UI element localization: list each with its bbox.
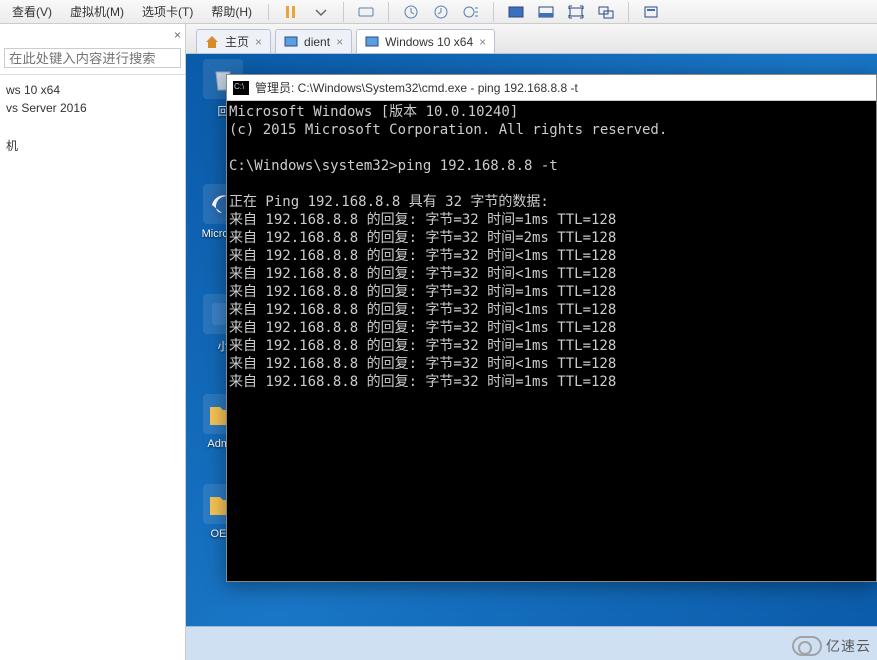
library-button[interactable] bbox=[639, 1, 663, 23]
guest-taskbar[interactable] bbox=[186, 626, 877, 660]
fullscreen-button[interactable] bbox=[564, 1, 588, 23]
toolbar-separator bbox=[343, 2, 344, 22]
keys-icon bbox=[358, 4, 374, 20]
watermark-logo-icon bbox=[792, 636, 822, 656]
tab-dient[interactable]: dient × bbox=[275, 29, 352, 53]
toolbar-separator bbox=[628, 2, 629, 22]
home-icon bbox=[205, 35, 219, 49]
cmd-titlebar[interactable]: 管理员: C:\Windows\System32\cmd.exe - ping … bbox=[227, 75, 876, 101]
search-input[interactable] bbox=[4, 48, 181, 68]
fit-window-button[interactable] bbox=[534, 1, 558, 23]
sidebar-item[interactable]: ws 10 x64 bbox=[6, 81, 179, 99]
fit-guest-button[interactable] bbox=[504, 1, 528, 23]
menu-help[interactable]: 帮助(H) bbox=[205, 1, 258, 22]
screen-small-icon bbox=[538, 4, 554, 20]
screen-icon bbox=[508, 4, 524, 20]
menu-vm[interactable]: 虚拟机(M) bbox=[64, 1, 130, 22]
cmd-body[interactable]: Microsoft Windows [版本 10.0.10240] (c) 20… bbox=[227, 101, 876, 581]
tab-close-button[interactable]: × bbox=[255, 35, 262, 49]
tab-close-button[interactable]: × bbox=[479, 35, 486, 49]
vm-area: 主页 × dient × Windows 10 x64 × 回 Mi bbox=[186, 24, 877, 660]
tab-close-button[interactable]: × bbox=[336, 35, 343, 49]
content-area: × ws 10 x64 vs Server 2016 机 主页 × dient … bbox=[0, 24, 877, 660]
unity-button[interactable] bbox=[594, 1, 618, 23]
menu-view[interactable]: 查看(V) bbox=[6, 1, 58, 22]
menubar: 查看(V) 虚拟机(M) 选项卡(T) 帮助(H) bbox=[0, 0, 877, 24]
tabbar: 主页 × dient × Windows 10 x64 × bbox=[186, 24, 877, 54]
clock-list-icon bbox=[463, 4, 479, 20]
snapshot-revert-button[interactable] bbox=[429, 1, 453, 23]
tab-home[interactable]: 主页 × bbox=[196, 29, 271, 53]
snapshot-button[interactable] bbox=[399, 1, 423, 23]
watermark: 亿速云 bbox=[792, 636, 871, 656]
tab-windows-10-x64[interactable]: Windows 10 x64 × bbox=[356, 29, 495, 53]
tab-label: dient bbox=[304, 35, 330, 49]
chevron-down-icon bbox=[313, 4, 329, 20]
sidebar: × ws 10 x64 vs Server 2016 机 bbox=[0, 24, 186, 660]
unity-icon bbox=[598, 4, 614, 20]
library-icon bbox=[643, 4, 659, 20]
tab-label: 主页 bbox=[225, 33, 249, 50]
sidebar-close-button[interactable]: × bbox=[174, 28, 181, 42]
sidebar-item[interactable]: vs Server 2016 bbox=[6, 99, 179, 117]
sidebar-list: ws 10 x64 vs Server 2016 机 bbox=[0, 75, 185, 162]
clock-icon bbox=[403, 4, 419, 20]
send-ctrl-alt-del-button[interactable] bbox=[354, 1, 378, 23]
dropdown-button[interactable] bbox=[309, 1, 333, 23]
menu-separator bbox=[268, 4, 269, 20]
cmd-title-text: 管理员: C:\Windows\System32\cmd.exe - ping … bbox=[255, 79, 578, 96]
vm-icon bbox=[284, 35, 298, 49]
tab-label: Windows 10 x64 bbox=[385, 35, 473, 49]
expand-icon bbox=[568, 4, 584, 20]
menu-tabs[interactable]: 选项卡(T) bbox=[136, 1, 199, 22]
toolbar-separator bbox=[493, 2, 494, 22]
pause-icon bbox=[283, 4, 299, 20]
search-row bbox=[0, 24, 185, 75]
pause-button[interactable] bbox=[279, 1, 303, 23]
sidebar-item[interactable]: 机 bbox=[6, 135, 179, 156]
cmd-window[interactable]: 管理员: C:\Windows\System32\cmd.exe - ping … bbox=[226, 74, 877, 582]
toolbar-separator bbox=[388, 2, 389, 22]
cmd-icon bbox=[233, 81, 249, 95]
vm-icon bbox=[365, 35, 379, 49]
snapshot-manager-button[interactable] bbox=[459, 1, 483, 23]
clock-back-icon bbox=[433, 4, 449, 20]
vm-desktop[interactable]: 回 Micro Ec 小 Admin OEM 管 bbox=[186, 54, 877, 660]
watermark-text: 亿速云 bbox=[826, 636, 871, 656]
